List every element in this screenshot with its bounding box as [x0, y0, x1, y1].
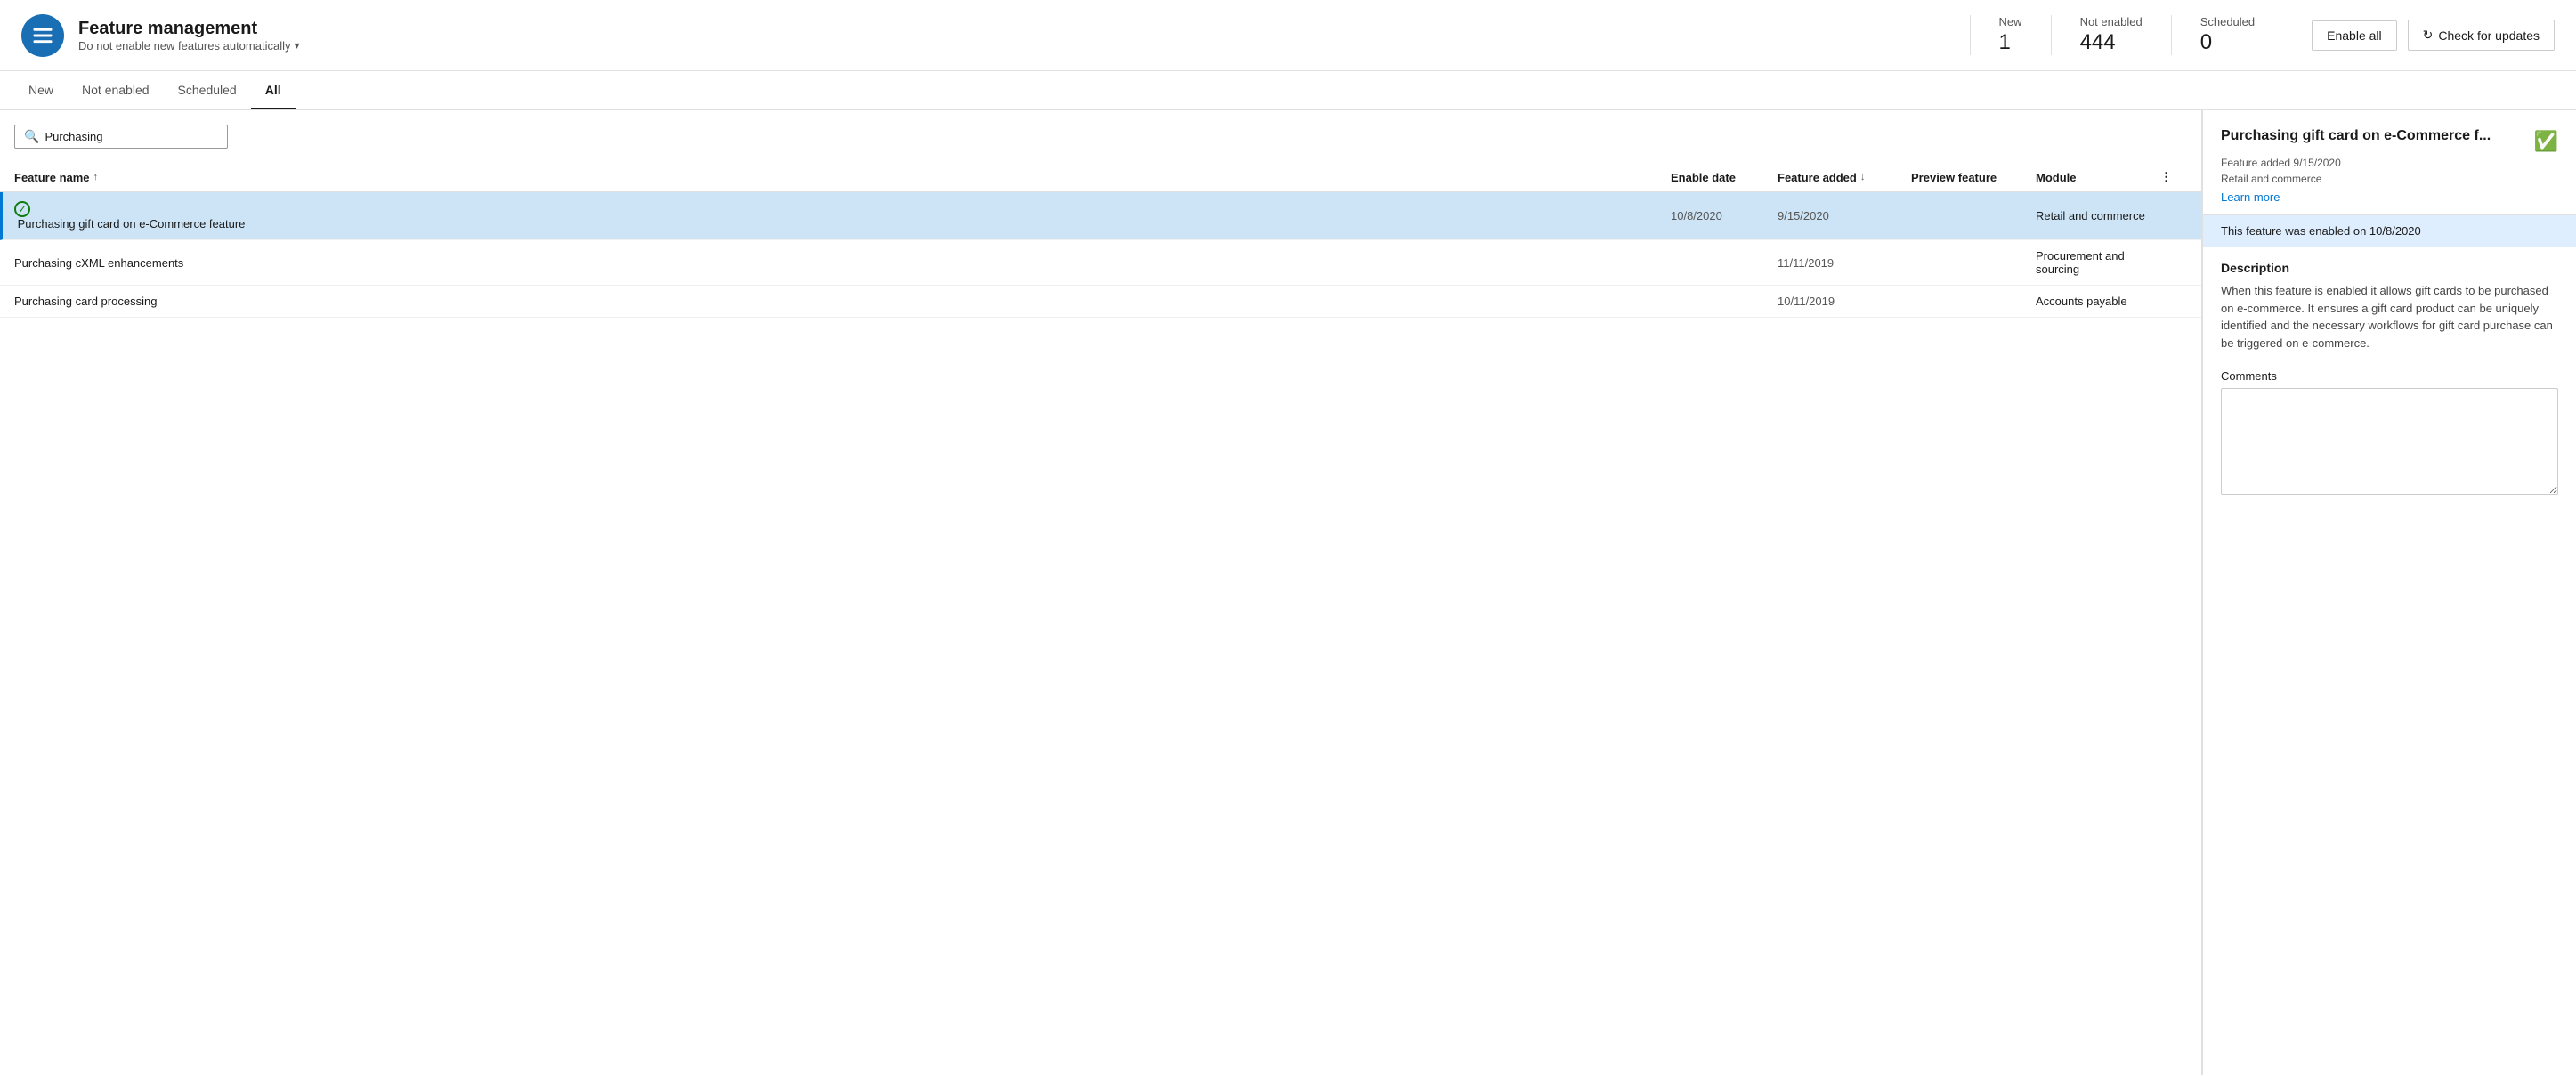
col-preview-feature: Preview feature: [1911, 170, 2036, 184]
search-input-wrap: 🔍: [14, 125, 228, 149]
app-subtitle-text: Do not enable new features automatically: [78, 39, 290, 53]
search-bar: 🔍: [0, 110, 2201, 163]
col-preview-feature-label: Preview feature: [1911, 171, 1997, 184]
top-header: Feature management Do not enable new fea…: [0, 0, 2576, 71]
row-3-feature-added: 10/11/2019: [1778, 295, 1893, 308]
detail-meta-added: Feature added 9/15/2020: [2221, 157, 2558, 169]
row-1-enable-date: 10/8/2020: [1671, 209, 1778, 222]
left-panel: 🔍 Feature name ↑ Enable date Feature add…: [0, 110, 2202, 1075]
col-module: Module: [2036, 170, 2160, 184]
detail-learn-more-link[interactable]: Learn more: [2221, 190, 2280, 204]
detail-meta-module: Retail and commerce: [2221, 173, 2558, 185]
table-row[interactable]: ✓ Purchasing gift card on e-Commerce fea…: [0, 192, 2201, 240]
col-enable-date: Enable date: [1671, 170, 1778, 184]
header-stats: New 1 Not enabled 444 Scheduled 0: [1970, 15, 2284, 55]
detail-body: Description When this feature is enabled…: [2203, 247, 2576, 512]
detail-header: Purchasing gift card on e-Commerce f... …: [2203, 110, 2576, 215]
sort-feature-name-icon: ↑: [93, 172, 99, 182]
tab-not-enabled[interactable]: Not enabled: [68, 72, 164, 109]
search-icon: 🔍: [24, 129, 39, 144]
row-2-feature-name: Purchasing cXML enhancements: [14, 256, 1671, 270]
table-row[interactable]: Purchasing card processing 10/11/2019 Ac…: [0, 286, 2201, 318]
row-1-feature-name: ✓ Purchasing gift card on e-Commerce fea…: [14, 201, 1671, 231]
stat-scheduled-label: Scheduled: [2200, 15, 2255, 28]
check-updates-button[interactable]: ↻ Check for updates: [2408, 20, 2555, 51]
sort-feature-added-icon: ↓: [1860, 172, 1866, 182]
right-panel: Purchasing gift card on e-Commerce f... …: [2202, 110, 2576, 1075]
stat-scheduled: Scheduled 0: [2171, 15, 2283, 55]
stat-scheduled-value: 0: [2200, 30, 2255, 55]
comments-label: Comments: [2221, 369, 2558, 383]
table-row[interactable]: Purchasing cXML enhancements 11/11/2019 …: [0, 240, 2201, 286]
col-feature-name-label: Feature name: [14, 171, 90, 184]
enable-all-button[interactable]: Enable all: [2312, 20, 2397, 51]
detail-title: Purchasing gift card on e-Commerce f...: [2221, 128, 2527, 144]
col-feature-added-label: Feature added: [1778, 171, 1857, 184]
tab-all[interactable]: All: [251, 72, 296, 109]
more-options-icon: ⋮: [2160, 170, 2172, 184]
col-enable-date-label: Enable date: [1671, 171, 1736, 184]
chevron-down-icon: ▾: [294, 39, 299, 52]
row-1-module: Retail and commerce: [2036, 209, 2160, 222]
stat-not-enabled: Not enabled 444: [2051, 15, 2171, 55]
row-2-module: Procurement and sourcing: [2036, 249, 2160, 276]
search-input[interactable]: [45, 130, 218, 143]
detail-title-row: Purchasing gift card on e-Commerce f... …: [2221, 128, 2558, 153]
enabled-banner: This feature was enabled on 10/8/2020: [2203, 215, 2576, 247]
col-more: ⋮: [2160, 170, 2187, 184]
app-subtitle[interactable]: Do not enable new features automatically…: [78, 39, 1970, 53]
tab-scheduled[interactable]: Scheduled: [164, 72, 251, 109]
row-1-enabled-icon: ✓: [14, 201, 30, 217]
row-1-feature-added: 9/15/2020: [1778, 209, 1893, 222]
comments-input[interactable]: [2221, 388, 2558, 495]
app-icon: [21, 14, 64, 57]
feature-table: Feature name ↑ Enable date Feature added…: [0, 163, 2201, 1075]
col-module-label: Module: [2036, 171, 2077, 184]
col-sort-spacer: [1893, 170, 1911, 184]
table-header: Feature name ↑ Enable date Feature added…: [0, 163, 2201, 192]
nav-tabs: New Not enabled Scheduled All: [0, 71, 2576, 110]
detail-description-text: When this feature is enabled it allows g…: [2221, 282, 2558, 352]
col-feature-name[interactable]: Feature name ↑: [14, 170, 1671, 184]
stat-new-label: New: [1999, 15, 2022, 28]
stat-new: New 1: [1970, 15, 2051, 55]
app-title-group: Feature management Do not enable new fea…: [78, 19, 1970, 53]
tab-new[interactable]: New: [14, 72, 68, 109]
header-actions: Enable all ↻ Check for updates: [2312, 20, 2555, 51]
refresh-icon: ↻: [2423, 28, 2434, 43]
detail-enabled-checkmark: ✅: [2534, 130, 2558, 153]
app-title: Feature management: [78, 19, 1970, 39]
stat-not-enabled-value: 444: [2080, 30, 2143, 55]
row-3-module: Accounts payable: [2036, 295, 2160, 308]
row-2-feature-added: 11/11/2019: [1778, 256, 1893, 270]
menu-icon: [30, 23, 55, 48]
check-updates-label: Check for updates: [2438, 28, 2540, 43]
stat-new-value: 1: [1999, 30, 2022, 55]
row-3-feature-name: Purchasing card processing: [14, 295, 1671, 308]
detail-description-title: Description: [2221, 261, 2558, 275]
main-content: 🔍 Feature name ↑ Enable date Feature add…: [0, 110, 2576, 1075]
col-feature-added[interactable]: Feature added ↓: [1778, 170, 1893, 184]
stat-not-enabled-label: Not enabled: [2080, 15, 2143, 28]
